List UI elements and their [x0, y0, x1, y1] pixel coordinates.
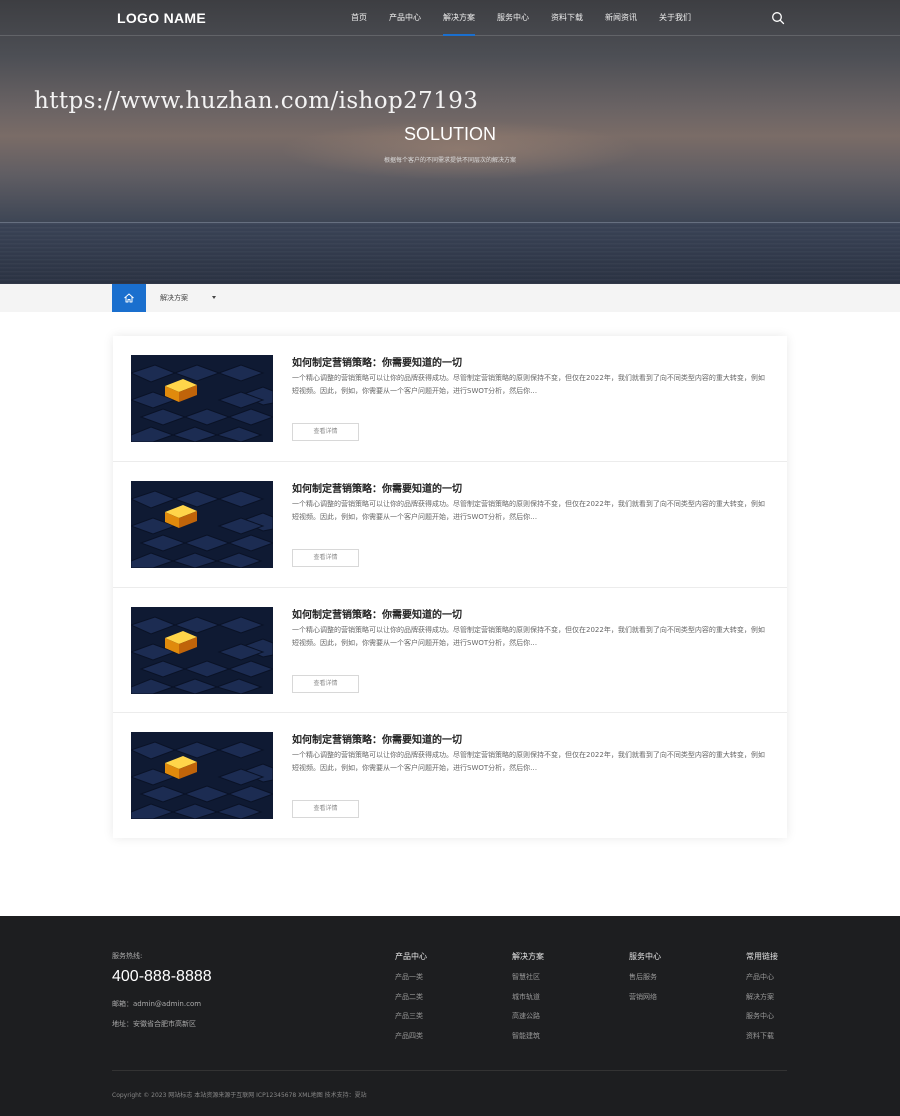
hotline-label: 服务热线: [112, 952, 143, 960]
nav-item-services[interactable]: 服务中心 [486, 0, 540, 36]
view-details-button[interactable]: 查看详情 [292, 549, 359, 567]
copyright-text: Copyright © 2023 网站标志 本站资源来源于互联网 ICP1234… [112, 1092, 367, 1099]
footer-link[interactable]: 高速公路 [512, 1011, 544, 1031]
nav-item-home[interactable]: 首页 [340, 0, 378, 36]
view-details-button[interactable]: 查看详情 [292, 423, 359, 441]
watermark-url: https://www.huzhan.com/ishop27193 [34, 88, 479, 114]
item-description: 一个精心调整的营销策略可以让你的品牌获得成功。尽管制定营销策略的原则保持不变，但… [292, 751, 765, 772]
footer-column-solutions: 解决方案 智慧社区 城市轨道 高速公路 智能建筑 [512, 951, 544, 1050]
list-item[interactable]: 如何制定营销策略：你需要知道的一切 一个精心调整的营销策略可以让你的品牌获得成功… [113, 461, 787, 586]
breadcrumb-current[interactable]: 解决方案 [160, 293, 188, 303]
footer-column-title: 产品中心 [395, 952, 427, 961]
item-title[interactable]: 如何制定营销策略：你需要知道的一切 [292, 606, 462, 621]
footer-link[interactable]: 资料下载 [746, 1031, 778, 1051]
footer-link[interactable]: 产品四类 [395, 1031, 427, 1051]
footer-link[interactable]: 解决方案 [746, 992, 778, 1012]
thumbnail-image[interactable] [131, 607, 273, 694]
footer-link[interactable]: 产品二类 [395, 992, 427, 1012]
footer-link[interactable]: 产品一类 [395, 972, 427, 992]
list-item[interactable]: 如何制定营销策略：你需要知道的一切 一个精心调整的营销策略可以让你的品牌获得成功… [113, 587, 787, 712]
caret-down-icon[interactable] [212, 296, 216, 299]
footer-link[interactable]: 城市轨道 [512, 992, 544, 1012]
main-menu: 首页 产品中心 解决方案 服务中心 资料下载 新闻资讯 关于我们 [340, 0, 702, 36]
nav-item-about[interactable]: 关于我们 [648, 0, 702, 36]
home-icon [124, 293, 134, 303]
footer-link[interactable]: 售后服务 [629, 972, 661, 992]
footer-link[interactable]: 服务中心 [746, 1011, 778, 1031]
solution-list: 如何制定营销策略：你需要知道的一切 一个精心调整的营销策略可以让你的品牌获得成功… [113, 336, 787, 838]
item-description: 一个精心调整的营销策略可以让你的品牌获得成功。尽管制定营销策略的原则保持不变，但… [292, 626, 765, 647]
item-title[interactable]: 如何制定营销策略：你需要知道的一切 [292, 354, 462, 369]
home-button[interactable] [112, 284, 146, 312]
top-navigation: LOGO NAME 首页 产品中心 解决方案 服务中心 资料下载 新闻资讯 关于… [0, 0, 900, 36]
breadcrumb: 解决方案 [0, 284, 900, 312]
footer-divider [112, 1070, 787, 1071]
view-details-button[interactable]: 查看详情 [292, 675, 359, 693]
footer-column-links: 常用链接 产品中心 解决方案 服务中心 资料下载 [746, 951, 778, 1050]
item-title[interactable]: 如何制定营销策略：你需要知道的一切 [292, 731, 462, 746]
nav-item-products[interactable]: 产品中心 [378, 0, 432, 36]
footer-column-services: 服务中心 售后服务 营销网络 [629, 951, 661, 1011]
hotline-number: 400-888-8888 [112, 968, 212, 985]
list-item[interactable]: 如何制定营销策略：你需要知道的一切 一个精心调整的营销策略可以让你的品牌获得成功… [113, 712, 787, 837]
site-footer: 服务热线: 400-888-8888 邮箱：admin@admin.com 地址… [0, 916, 900, 1116]
contact-email: 邮箱：admin@admin.com [112, 1000, 202, 1008]
footer-column-title: 服务中心 [629, 952, 661, 961]
item-description: 一个精心调整的营销策略可以让你的品牌获得成功。尽管制定营销策略的原则保持不变，但… [292, 500, 765, 521]
item-title[interactable]: 如何制定营销策略：你需要知道的一切 [292, 480, 462, 495]
footer-link[interactable]: 营销网络 [629, 992, 661, 1012]
view-details-button[interactable]: 查看详情 [292, 800, 359, 818]
site-logo[interactable]: LOGO NAME [117, 10, 206, 26]
item-description: 一个精心调整的营销策略可以让你的品牌获得成功。尽管制定营销策略的原则保持不变，但… [292, 374, 765, 395]
thumbnail-image[interactable] [131, 732, 273, 819]
footer-link[interactable]: 产品三类 [395, 1011, 427, 1031]
thumbnail-image[interactable] [131, 481, 273, 568]
footer-link[interactable]: 产品中心 [746, 972, 778, 992]
nav-item-downloads[interactable]: 资料下载 [540, 0, 594, 36]
page-title: SOLUTION [403, 124, 496, 144]
footer-link[interactable]: 智慧社区 [512, 972, 544, 992]
hero-banner: LOGO NAME 首页 产品中心 解决方案 服务中心 资料下载 新闻资讯 关于… [0, 0, 900, 284]
search-icon[interactable] [771, 11, 785, 25]
nav-item-news[interactable]: 新闻资讯 [594, 0, 648, 36]
contact-address: 地址：安徽省合肥市高新区 [112, 1020, 196, 1028]
nav-item-solutions[interactable]: 解决方案 [432, 0, 486, 36]
list-item[interactable]: 如何制定营销策略：你需要知道的一切 一个精心调整的营销策略可以让你的品牌获得成功… [113, 336, 787, 461]
footer-link[interactable]: 智能建筑 [512, 1031, 544, 1051]
footer-column-title: 解决方案 [512, 952, 544, 961]
hero-sea [0, 223, 900, 284]
page-subtitle: 根据每个客户的不同需求提供不同层次的解决方案 [383, 157, 516, 164]
footer-column-products: 产品中心 产品一类 产品二类 产品三类 产品四类 [395, 951, 427, 1050]
footer-column-title: 常用链接 [746, 952, 778, 961]
thumbnail-image[interactable] [131, 355, 273, 442]
